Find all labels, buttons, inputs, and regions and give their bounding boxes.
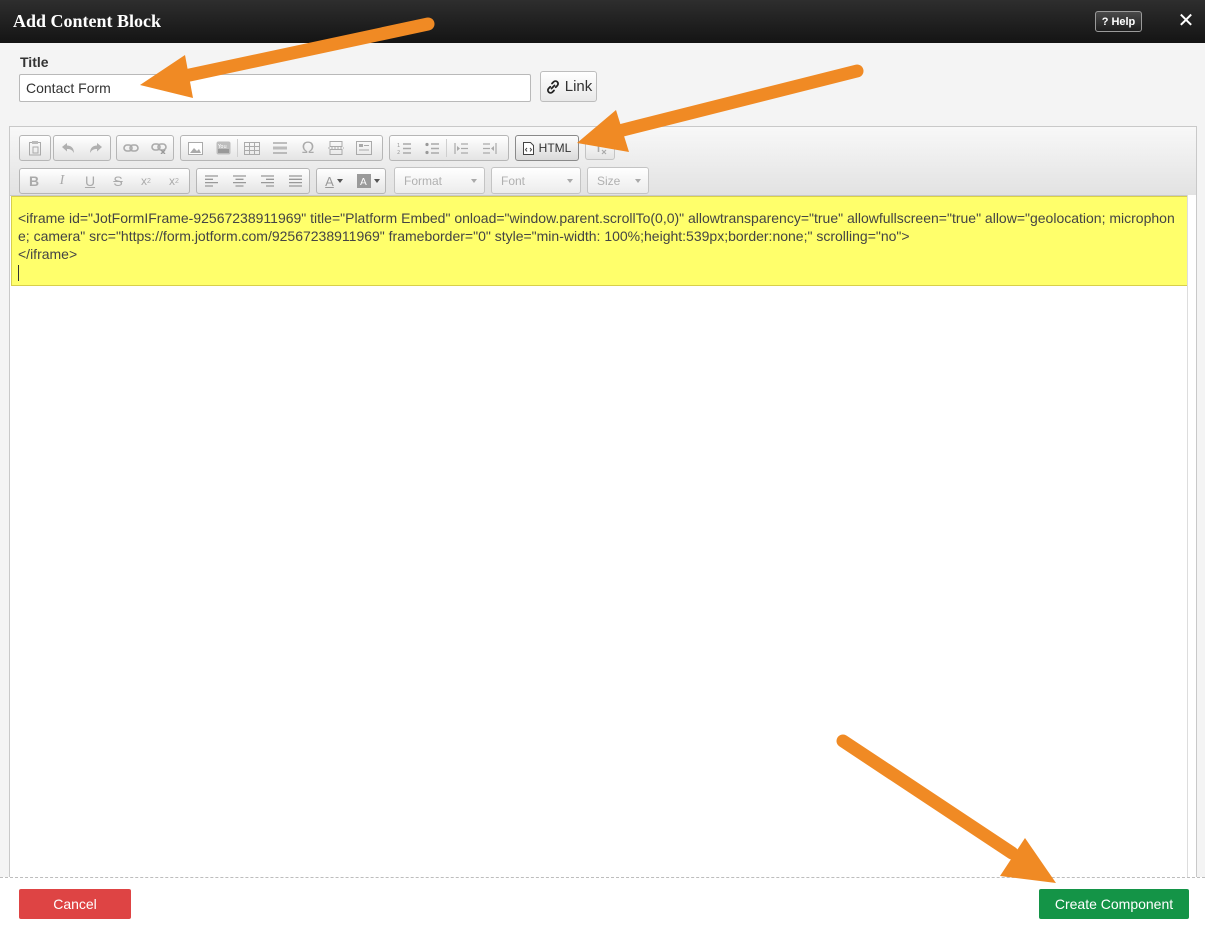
dialog-titlebar: Add Content Block ? Help ✕ [0, 0, 1205, 43]
align-left-icon[interactable] [197, 169, 225, 193]
svg-text:A: A [360, 177, 367, 188]
source-html-button[interactable]: HTML [515, 135, 579, 161]
dialog-title: Add Content Block [13, 11, 162, 31]
chevron-down-icon [336, 179, 343, 183]
help-label: Help [1111, 15, 1136, 28]
text-caret [18, 265, 19, 282]
form-icon[interactable] [350, 136, 378, 160]
list-group: 12 [389, 135, 509, 161]
html-label: HTML [538, 141, 572, 155]
format-dropdown[interactable]: Format [394, 167, 485, 194]
format-dropdown-label: Format [404, 173, 443, 188]
rich-text-editor: You Ω 12 HTML B I U S x 2 x 2 A A Format… [9, 126, 1197, 878]
underline-icon[interactable]: U [76, 169, 104, 193]
editor-toolbar: You Ω 12 HTML B I U S x 2 x 2 A A Format… [10, 127, 1196, 196]
table-icon[interactable] [238, 136, 266, 160]
chevron-down-icon [471, 179, 477, 183]
paste-icon[interactable] [20, 136, 50, 160]
create-component-button[interactable]: Create Component [1039, 889, 1189, 919]
add-content-block-dialog: Add Content Block ? Help ✕ Title Link [0, 0, 1205, 933]
help-question-icon: ? [1101, 15, 1109, 28]
link-button[interactable]: Link [540, 71, 597, 102]
horizontal-line-icon[interactable] [266, 136, 294, 160]
source-html-icon [522, 141, 534, 155]
strikethrough-icon[interactable]: S [104, 169, 132, 193]
superscript-icon[interactable]: x2 [160, 169, 188, 193]
link-group [116, 135, 174, 161]
close-icon[interactable]: ✕ [1175, 10, 1197, 32]
bold-icon[interactable]: B [20, 169, 48, 193]
font-dropdown[interactable]: Font [491, 167, 581, 194]
align-center-icon[interactable] [225, 169, 253, 193]
editor-content-area[interactable]: <iframe id="JotFormIFrame-92567238911969… [11, 196, 1189, 286]
chain-link-icon [546, 79, 559, 94]
undo-icon[interactable] [54, 136, 82, 160]
svg-text:2: 2 [397, 150, 400, 155]
unlink-icon[interactable] [145, 136, 173, 160]
youtube-icon[interactable]: You [209, 136, 237, 160]
special-char-icon[interactable]: Ω [294, 136, 322, 160]
size-dropdown[interactable]: Size [587, 167, 649, 194]
insert-group: You Ω [180, 135, 383, 161]
chevron-down-icon [567, 179, 573, 183]
title-label: Title [20, 54, 49, 70]
editor-scrollbar[interactable] [1187, 195, 1196, 877]
link-icon[interactable] [117, 136, 145, 160]
svg-text:1: 1 [397, 143, 400, 149]
clipboard-group [19, 135, 51, 161]
outdent-icon[interactable] [447, 136, 475, 160]
color-group: A A [316, 168, 386, 194]
bulleted-list-icon[interactable] [418, 136, 446, 160]
text-color-glyph: A [325, 173, 334, 189]
justify-icon[interactable] [281, 169, 309, 193]
iframe-closing-tag: </iframe> [18, 246, 78, 262]
numbered-list-icon[interactable]: 12 [390, 136, 418, 160]
redo-icon[interactable] [82, 136, 110, 160]
chevron-down-icon [373, 179, 380, 183]
page-break-icon[interactable] [322, 136, 350, 160]
text-color-icon[interactable]: A [317, 169, 351, 193]
image-icon[interactable] [181, 136, 209, 160]
subscript-icon[interactable]: x2 [132, 169, 160, 193]
title-input[interactable] [19, 74, 531, 102]
chevron-down-icon [635, 179, 641, 183]
italic-icon[interactable]: I [48, 169, 76, 193]
font-dropdown-label: Font [501, 173, 526, 188]
undo-redo-group [53, 135, 111, 161]
link-label: Link [564, 78, 593, 95]
size-dropdown-label: Size [597, 173, 621, 188]
text-style-group: B I U S x2 x2 [19, 168, 190, 194]
remove-format-icon[interactable] [585, 136, 615, 160]
background-color-icon[interactable]: A [351, 169, 385, 193]
align-right-icon[interactable] [253, 169, 281, 193]
help-button[interactable]: ? Help [1095, 11, 1142, 32]
dialog-footer: Cancel Create Component [0, 877, 1205, 933]
iframe-code-line: <iframe id="JotFormIFrame-92567238911969… [18, 210, 1175, 244]
cancel-button[interactable]: Cancel [19, 889, 131, 919]
alignment-group [196, 168, 310, 194]
indent-icon[interactable] [475, 136, 503, 160]
